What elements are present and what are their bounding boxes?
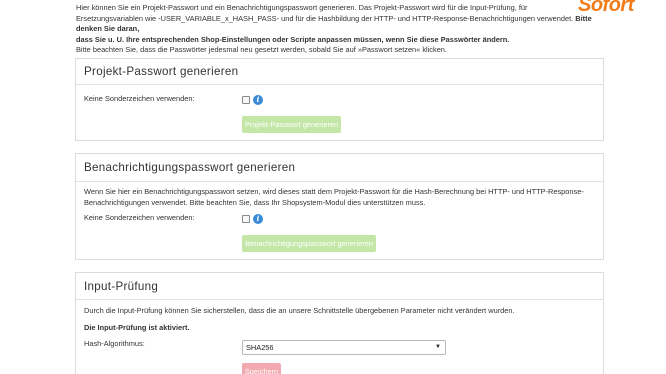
generate-project-password-button[interactable]: Projekt-Passwort generieren <box>242 116 341 133</box>
chevron-down-icon: ▼ <box>435 344 441 350</box>
input-check-status: Die Input-Prüfung ist aktiviert. <box>84 323 190 332</box>
intro-text: Hier können Sie ein Projekt-Passwort und… <box>76 3 606 56</box>
input-check-title: Input-Prüfung <box>84 279 159 293</box>
hash-algorithm-value: SHA256 <box>246 343 274 352</box>
project-password-header: Projekt-Passwort generieren <box>76 59 603 85</box>
intro-line-4: Bitte beachten Sie, dass die Passwörter … <box>76 45 447 54</box>
notification-password-header: Benachrichtigungspasswort generieren <box>76 154 603 182</box>
notification-desc-line-1: Wenn Sie hier ein Benachrichtigungspassw… <box>84 187 584 196</box>
intro-line-3: dass Sie u. U. Ihre entsprechenden Shop-… <box>76 34 510 44</box>
project-password-panel: Projekt-Passwort generieren Keine Sonder… <box>75 58 604 141</box>
project-password-title: Projekt-Passwort generieren <box>84 65 239 78</box>
generate-notification-password-button[interactable]: Benachrichtigungspasswort generieren <box>242 235 376 252</box>
hash-algorithm-label: Hash-Algorithmus: <box>84 339 145 348</box>
input-check-description: Durch die Input-Prüfung können Sie siche… <box>84 306 515 315</box>
input-check-header: Input-Prüfung <box>76 273 603 300</box>
save-button[interactable]: Speichern <box>242 363 281 374</box>
project-no-special-chars-label: Keine Sonderzeichen verwenden: <box>84 94 195 103</box>
notification-no-special-chars-label: Keine Sonderzeichen verwenden: <box>84 213 195 222</box>
project-no-special-chars-checkbox[interactable] <box>242 96 250 104</box>
notification-password-title: Benachrichtigungspasswort generieren <box>84 161 296 174</box>
info-icon[interactable]: i <box>253 95 263 105</box>
input-check-panel: Input-Prüfung Durch die Input-Prüfung kö… <box>75 272 604 374</box>
info-icon[interactable]: i <box>253 214 263 224</box>
notification-password-description: Wenn Sie hier ein Benachrichtigungspassw… <box>84 187 596 208</box>
hash-algorithm-select[interactable]: SHA256 ▼ <box>242 340 446 355</box>
intro-line-2: Ersetzungsvariablen wie -USER_VARIABLE_x… <box>76 13 592 34</box>
intro-line-1: Hier können Sie ein Projekt-Passwort und… <box>76 3 528 12</box>
notification-desc-line-2: Benachrichtigungen verwendet. Bitte beac… <box>84 197 426 207</box>
notification-no-special-chars-checkbox[interactable] <box>242 215 250 223</box>
notification-password-panel: Benachrichtigungspasswort generieren Wen… <box>75 153 604 260</box>
